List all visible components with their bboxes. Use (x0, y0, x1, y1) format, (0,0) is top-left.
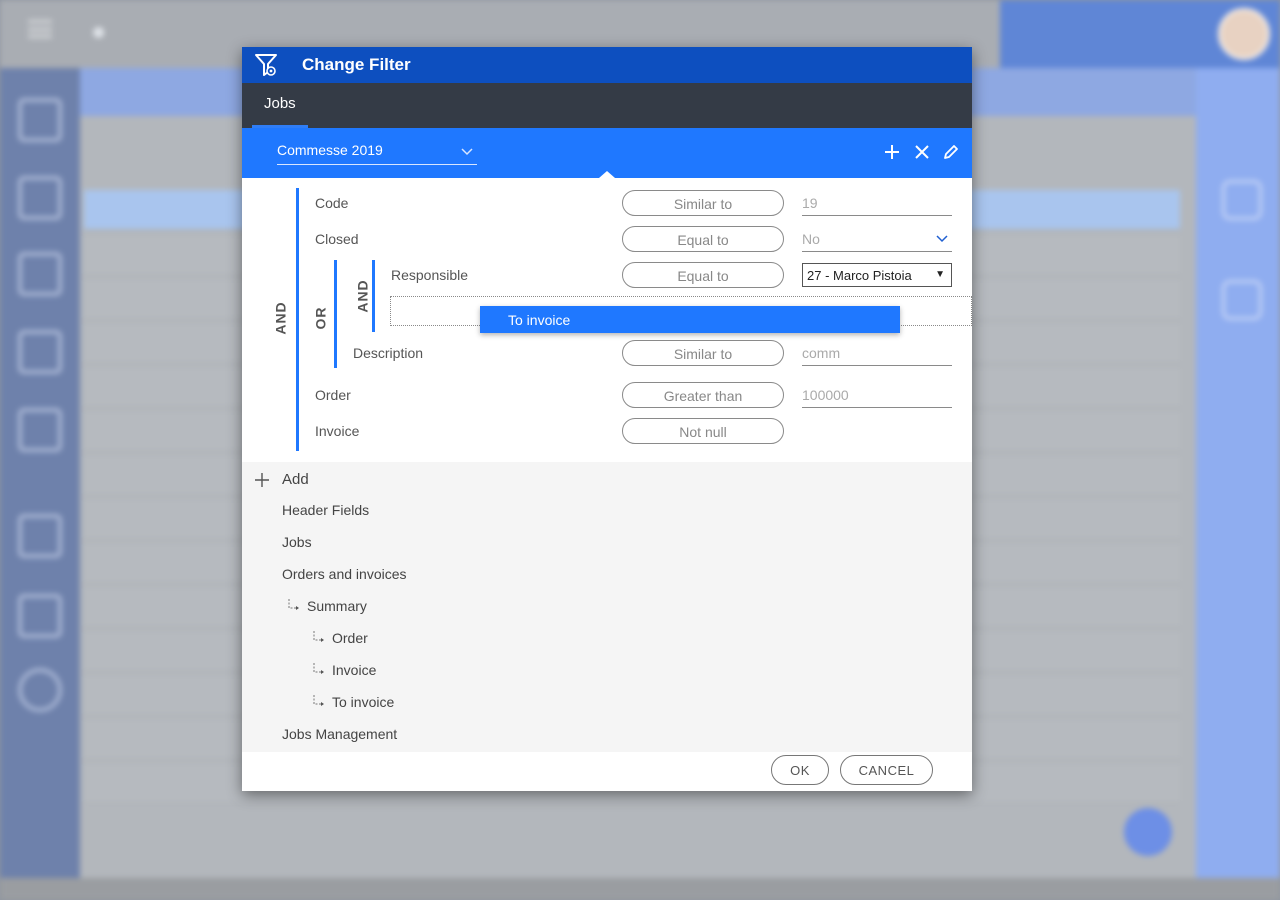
tree-item-jobs[interactable]: Jobs (282, 534, 312, 550)
monitor-icon (18, 176, 62, 220)
operator-closed[interactable]: Equal to (622, 226, 784, 252)
value-description[interactable]: comm (802, 340, 952, 366)
condition-field-order: Order (315, 387, 351, 403)
operator-responsible[interactable]: Equal to (622, 262, 784, 288)
tree-connector-icon (288, 599, 299, 610)
tree-connector-icon (313, 695, 324, 706)
plus-icon (255, 473, 269, 487)
cancel-button[interactable]: CANCEL (840, 755, 933, 785)
dialog-tabs: Jobs (242, 83, 972, 128)
tab-jobs[interactable]: Jobs (252, 83, 308, 128)
chevron-down-icon (461, 148, 473, 156)
add-button-label: Add (282, 471, 309, 488)
or-group-line (334, 260, 337, 368)
bg-status-bar (0, 878, 1280, 900)
value-closed[interactable]: No (802, 226, 952, 252)
operator-code[interactable]: Similar to (622, 190, 784, 216)
inner-and-group-line (372, 260, 375, 332)
tree-item-jobs-management[interactable]: Jobs Management (282, 726, 397, 742)
filter-icon (255, 54, 277, 76)
filter-select-value: Commesse 2019 (277, 142, 383, 158)
tree-item-orders-and-invoices[interactable]: Orders and invoices (282, 566, 407, 582)
tree-connector-icon (313, 663, 324, 674)
value-code[interactable]: 19 (802, 190, 952, 216)
grid-icon (18, 252, 62, 296)
chevron-down-icon (936, 235, 948, 243)
operator-invoice[interactable]: Not null (622, 418, 784, 444)
value-order[interactable]: 100000 (802, 382, 952, 408)
document-edit-icon (18, 514, 62, 558)
dialog-footer: OK CANCEL (242, 752, 972, 791)
change-filter-dialog: Change Filter Jobs Commesse 2019 AND OR … (242, 47, 972, 791)
tree-item-header-fields[interactable]: Header Fields (282, 502, 369, 518)
and-group-label[interactable]: AND (273, 301, 289, 334)
tree-item-summary[interactable]: Summary (307, 598, 367, 614)
operator-order[interactable]: Greater than (622, 382, 784, 408)
value-closed-text: No (802, 231, 820, 247)
value-responsible-text: 27 - Marco Pistoia (807, 268, 912, 283)
operator-description[interactable]: Similar to (622, 340, 784, 366)
database-icon (18, 594, 62, 638)
add-fields-area: Add Header Fields Jobs Orders and invoic… (242, 462, 972, 752)
field-dropdown-option[interactable]: To invoice (480, 306, 900, 333)
export-pdf-icon (1222, 280, 1262, 320)
tree-item-order[interactable]: Order (332, 630, 368, 646)
app-logo: • (92, 12, 107, 54)
and-group-line (296, 188, 299, 451)
tag-icon (18, 330, 62, 374)
avatar (1218, 8, 1270, 60)
condition-field-invoice: Invoice (315, 423, 360, 439)
inner-and-group-label[interactable]: AND (355, 279, 371, 312)
menu-icon (28, 20, 52, 38)
tree-connector-icon (313, 631, 324, 642)
dialog-title: Change Filter (302, 55, 411, 74)
delete-filter-icon[interactable] (913, 143, 931, 161)
add-filter-icon[interactable] (883, 143, 901, 161)
add-fab (1124, 808, 1172, 856)
filter-toolbar: Commesse 2019 (242, 128, 972, 178)
tree-item-to-invoice[interactable]: To invoice (332, 694, 394, 710)
tree-item-invoice[interactable]: Invoice (332, 662, 376, 678)
dropdown-arrow-icon: ▼ (935, 269, 945, 280)
filter-select[interactable]: Commesse 2019 (277, 139, 477, 165)
toolbar-notch (599, 171, 615, 178)
edit-filter-icon[interactable] (942, 143, 960, 161)
condition-field-responsible: Responsible (391, 267, 469, 283)
conditions-area: AND OR AND Code Similar to 19 Closed Equ… (242, 178, 972, 462)
edit-icon (18, 408, 62, 452)
condition-field-code: Code (315, 195, 349, 211)
condition-field-description: Description (353, 345, 424, 361)
or-group-label[interactable]: OR (313, 307, 329, 330)
value-responsible[interactable]: 27 - Marco Pistoia ▼ (802, 263, 952, 287)
condition-field-closed: Closed (315, 231, 359, 247)
chat-icon (18, 668, 62, 712)
dialog-title-bar: Change Filter (242, 47, 972, 83)
export-icon (1222, 180, 1262, 220)
tools-icon (18, 98, 62, 142)
ok-button[interactable]: OK (771, 755, 829, 785)
